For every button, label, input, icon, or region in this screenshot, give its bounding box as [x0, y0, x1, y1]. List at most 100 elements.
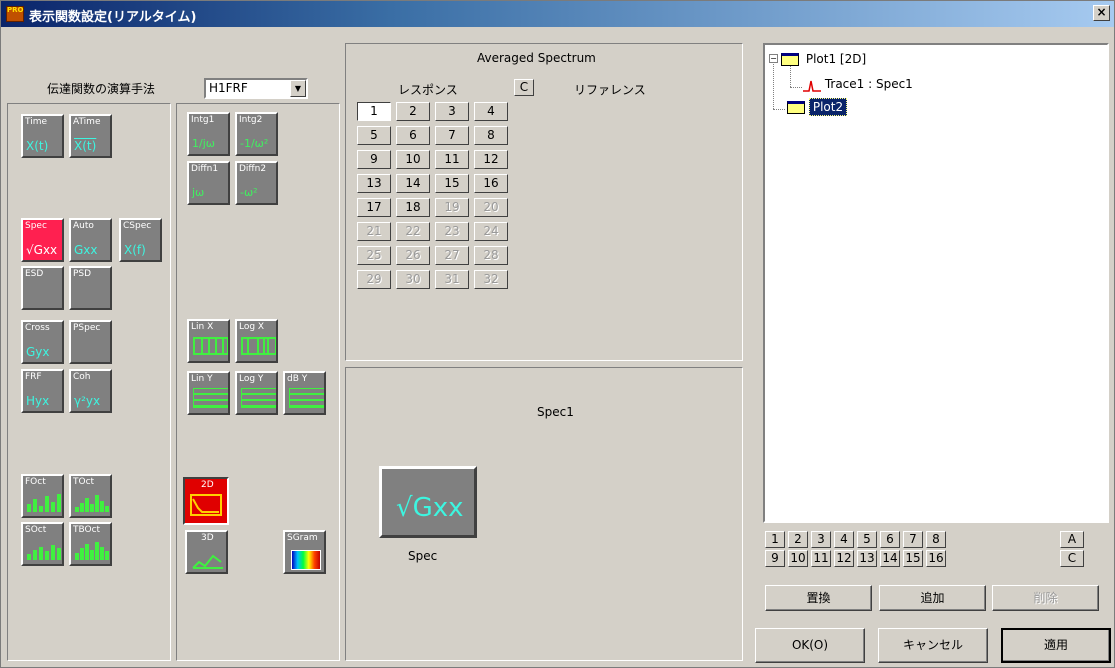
channel-cell-32[interactable]: 32 [474, 270, 508, 289]
func-dby-button[interactable]: dB Y [283, 371, 326, 415]
func-coh-button[interactable]: Coh γ²yx [69, 369, 112, 413]
func-logx-button[interactable]: Log X [235, 319, 278, 363]
plot-number-4[interactable]: 4 [834, 531, 854, 548]
func-time-button[interactable]: Time X(t) [21, 114, 64, 158]
func-psd-button[interactable]: PSD [69, 266, 112, 310]
linear-y-icon [193, 388, 228, 408]
channel-cell-17[interactable]: 17 [357, 198, 391, 217]
func-auto-button[interactable]: Auto Gxx [69, 218, 112, 262]
channel-cell-23[interactable]: 23 [435, 222, 469, 241]
func-3d-button[interactable]: 3D [185, 530, 228, 574]
delete-button[interactable]: 削除 [992, 585, 1099, 611]
plot-number-6[interactable]: 6 [880, 531, 900, 548]
channel-cell-4[interactable]: 4 [474, 102, 508, 121]
plot-number-3[interactable]: 3 [811, 531, 831, 548]
channel-cell-22[interactable]: 22 [396, 222, 430, 241]
func-2d-button[interactable]: 2D [183, 477, 229, 525]
chevron-down-icon[interactable]: ▼ [290, 80, 306, 97]
func-pspec-button[interactable]: PSpec [69, 320, 112, 364]
tree-item-trace1[interactable]: Trace1 : Spec1 [803, 77, 913, 92]
plot-tree[interactable]: − Plot1 [2D] Trace1 : Spec1 Plot2 [763, 43, 1109, 523]
channel-cell-29[interactable]: 29 [357, 270, 391, 289]
channel-cell-14[interactable]: 14 [396, 174, 430, 193]
func-spec-button[interactable]: Spec √Gxx [21, 218, 64, 262]
func-diffn2-button[interactable]: Diffn2 -ω² [235, 161, 278, 205]
plot-number-5[interactable]: 5 [857, 531, 877, 548]
channel-cell-3[interactable]: 3 [435, 102, 469, 121]
add-button[interactable]: 追加 [879, 585, 986, 611]
func-soct-button[interactable]: SOct [21, 522, 64, 566]
collapse-icon[interactable]: − [769, 54, 778, 63]
channel-cell-11[interactable]: 11 [435, 150, 469, 169]
channel-cell-13[interactable]: 13 [357, 174, 391, 193]
tree-item-plot2[interactable]: Plot2 [787, 98, 848, 116]
plot-number-7[interactable]: 7 [903, 531, 923, 548]
channel-cell-12[interactable]: 12 [474, 150, 508, 169]
channel-cell-25[interactable]: 25 [357, 246, 391, 265]
func-atime-button[interactable]: ATime X(t) [69, 114, 112, 158]
channel-cell-6[interactable]: 6 [396, 126, 430, 145]
db-y-icon [289, 388, 324, 408]
func-frf-button[interactable]: FRF Hyx [21, 369, 64, 413]
func-cross-button[interactable]: Cross Gyx [21, 320, 64, 364]
plot-number-10[interactable]: 10 [788, 550, 808, 567]
method-select[interactable]: H1FRF ▼ [204, 78, 308, 99]
channel-cell-15[interactable]: 15 [435, 174, 469, 193]
select-all-button[interactable]: A [1060, 531, 1084, 548]
tree-line [790, 65, 791, 87]
channel-cell-1[interactable]: 1 [357, 102, 391, 121]
func-intg1-button[interactable]: Intg1 1/jω [187, 112, 230, 156]
func-foct-button[interactable]: FOct [21, 474, 64, 518]
channel-cell-30[interactable]: 30 [396, 270, 430, 289]
func-logy-button[interactable]: Log Y [235, 371, 278, 415]
func-tboct-button[interactable]: TBOct [69, 522, 112, 566]
plot-number-13[interactable]: 13 [857, 550, 877, 567]
spectrum-title: Averaged Spectrum [477, 51, 596, 65]
plot-number-1[interactable]: 1 [765, 531, 785, 548]
func-linx-button[interactable]: Lin X [187, 319, 230, 363]
replace-button[interactable]: 置換 [765, 585, 872, 611]
plot-number-12[interactable]: 12 [834, 550, 854, 567]
clear-plots-button[interactable]: C [1060, 550, 1084, 567]
func-diffn1-button[interactable]: Diffn1 jω [187, 161, 230, 205]
func-intg2-button[interactable]: Intg2 -1/ω² [235, 112, 278, 156]
plot-number-2[interactable]: 2 [788, 531, 808, 548]
plot-number-16[interactable]: 16 [926, 550, 946, 567]
channel-cell-24[interactable]: 24 [474, 222, 508, 241]
channel-cell-27[interactable]: 27 [435, 246, 469, 265]
close-button[interactable]: × [1093, 5, 1110, 21]
clear-channel-button[interactable]: C [514, 79, 534, 96]
plot-number-9[interactable]: 9 [765, 550, 785, 567]
func-sgram-button[interactable]: SGram [283, 530, 326, 574]
channel-cell-20[interactable]: 20 [474, 198, 508, 217]
plot-number-14[interactable]: 14 [880, 550, 900, 567]
channel-cell-16[interactable]: 16 [474, 174, 508, 193]
title-bar: PRO 表示関数設定(リアルタイム) × [1, 1, 1114, 27]
plot-number-15[interactable]: 15 [903, 550, 923, 567]
channel-cell-9[interactable]: 9 [357, 150, 391, 169]
ok-button[interactable]: OK(O) [755, 628, 865, 663]
preview-spec-icon[interactable]: √Gxx [379, 466, 477, 538]
func-esd-button[interactable]: ESD [21, 266, 64, 310]
plot-number-11[interactable]: 11 [811, 550, 831, 567]
func-toct-button[interactable]: TOct [69, 474, 112, 518]
channel-cell-26[interactable]: 26 [396, 246, 430, 265]
channel-cell-19[interactable]: 19 [435, 198, 469, 217]
response-label: レスポンス [398, 83, 458, 97]
func-cspec-button[interactable]: CSpec X(f) [119, 218, 162, 262]
channel-cell-5[interactable]: 5 [357, 126, 391, 145]
channel-cell-28[interactable]: 28 [474, 246, 508, 265]
channel-cell-10[interactable]: 10 [396, 150, 430, 169]
channel-cell-8[interactable]: 8 [474, 126, 508, 145]
cancel-button[interactable]: キャンセル [878, 628, 988, 663]
apply-button[interactable]: 適用 [1001, 628, 1111, 663]
tree-item-plot1[interactable]: Plot1 [2D] [781, 52, 866, 66]
func-liny-button[interactable]: Lin Y [187, 371, 230, 415]
channel-cell-31[interactable]: 31 [435, 270, 469, 289]
tree-line [790, 87, 802, 88]
channel-cell-2[interactable]: 2 [396, 102, 430, 121]
channel-cell-18[interactable]: 18 [396, 198, 430, 217]
channel-cell-7[interactable]: 7 [435, 126, 469, 145]
plot-number-8[interactable]: 8 [926, 531, 946, 548]
channel-cell-21[interactable]: 21 [357, 222, 391, 241]
